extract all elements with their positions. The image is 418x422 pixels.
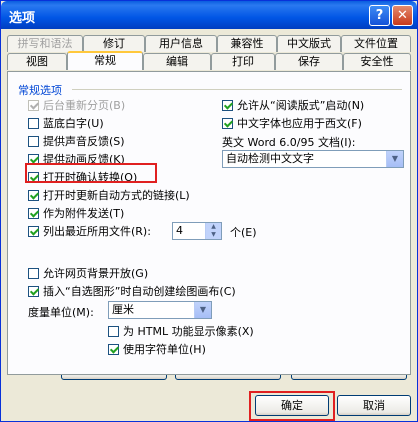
checkbox-box[interactable] (222, 117, 233, 129)
checkbox-box[interactable] (28, 117, 39, 129)
spin-up-icon[interactable]: ▲ (206, 223, 221, 231)
group-label: 常规选项 (18, 84, 62, 97)
html-pixels-checkbox[interactable]: 为 HTML 功能显示像素(X) (108, 324, 254, 338)
checkbox-box[interactable] (108, 325, 119, 337)
checkbox-label: 插入“自选图形”时自动创建绘图画布(C) (43, 285, 236, 298)
checkbox-label: 打开时更新自动方式的链接(L) (43, 189, 190, 202)
checkbox-box[interactable] (28, 207, 39, 219)
word-docs-label: 英文 Word 6.0/95 文档(I): (222, 136, 356, 149)
measure-unit-label: 度量单位(M): (28, 306, 94, 319)
tab-view[interactable]: 视图 (7, 53, 67, 70)
tab-chinese-layout[interactable]: 中文版式 (277, 35, 341, 52)
checkbox-label: 允许网页背景开放(G) (43, 267, 149, 280)
options-dialog: 选项 ? ✕ 拼写和语法 修订 用户信息 兼容性 中文版式 文件位置 视图 常规… (0, 0, 418, 422)
checkbox-box[interactable] (28, 225, 39, 237)
checkbox-label: 后台重新分页(B) (43, 99, 126, 112)
reading-layout-checkbox[interactable]: 允许从“阅读版式”启动(N) (222, 98, 364, 112)
highlight-ok-button (249, 391, 335, 421)
background-repagination-checkbox[interactable]: 后台重新分页(B) (28, 98, 125, 112)
measure-unit-value: 厘米 (112, 303, 134, 316)
tab-file-locations[interactable]: 文件位置 (341, 35, 411, 52)
checkbox-label: 中文字体也应用于西文(F) (237, 117, 362, 130)
checkbox-box[interactable] (28, 99, 39, 111)
recent-files-checkbox[interactable]: 列出最近所用文件(R): (28, 224, 151, 238)
checkbox-box[interactable] (28, 135, 39, 147)
checkbox-label: 列出最近所用文件(R): (43, 225, 151, 238)
checkbox-box[interactable] (28, 267, 39, 279)
checkbox-box[interactable] (108, 343, 119, 355)
checkbox-label: 作为附件发送(T) (43, 207, 125, 220)
checkbox-label: 提供声音反馈(S) (43, 135, 125, 148)
checkbox-label: 为 HTML 功能显示像素(X) (123, 325, 254, 338)
measure-unit-select[interactable]: 厘米 ▼ (108, 301, 212, 319)
title-bar[interactable]: 选项 ? ✕ (1, 1, 417, 29)
checkbox-label: 使用字符单位(H) (123, 343, 206, 356)
spinner-buttons[interactable]: ▲ ▼ (205, 223, 221, 239)
checkbox-label: 允许从“阅读版式”启动(N) (237, 99, 365, 112)
web-background-checkbox[interactable]: 允许网页背景开放(G) (28, 266, 148, 280)
tab-print[interactable]: 打印 (211, 53, 275, 70)
recent-files-value: 4 (176, 224, 183, 237)
tab-edit[interactable]: 编辑 (143, 53, 211, 70)
checkbox-box[interactable] (222, 99, 233, 111)
spin-down-icon[interactable]: ▼ (206, 231, 221, 239)
tab-security[interactable]: 安全性 (343, 53, 411, 70)
checkbox-box[interactable] (28, 285, 39, 297)
tab-user-info[interactable]: 用户信息 (145, 35, 217, 52)
cancel-button[interactable]: 取消 (337, 395, 411, 416)
checkbox-label: 蓝底白字(U) (43, 117, 104, 130)
checkbox-box[interactable] (28, 189, 39, 201)
recent-files-unit: 个(E) (230, 226, 257, 239)
sound-feedback-checkbox[interactable]: 提供声音反馈(S) (28, 134, 125, 148)
update-links-checkbox[interactable]: 打开时更新自动方式的链接(L) (28, 188, 190, 202)
word-docs-value: 自动检测中文文字 (226, 152, 314, 165)
tab-control: 拼写和语法 修订 用户信息 兼容性 中文版式 文件位置 视图 常规 编辑 打印 … (7, 35, 411, 375)
help-button[interactable]: ? (369, 5, 390, 26)
close-button[interactable]: ✕ (392, 5, 413, 26)
tab-save[interactable]: 保存 (275, 53, 343, 70)
send-as-attachment-checkbox[interactable]: 作为附件发送(T) (28, 206, 124, 220)
chinese-font-western-checkbox[interactable]: 中文字体也应用于西文(F) (222, 116, 362, 130)
char-units-checkbox[interactable]: 使用字符单位(H) (108, 342, 206, 356)
tab-revisions[interactable]: 修订 (83, 35, 145, 52)
tab-general[interactable]: 常规 (67, 51, 143, 70)
blue-background-checkbox[interactable]: 蓝底白字(U) (28, 116, 104, 130)
window-title: 选项 (9, 11, 36, 26)
group-divider (72, 89, 402, 90)
chevron-down-icon[interactable]: ▼ (194, 302, 211, 318)
highlight-confirm-conversion (25, 163, 157, 183)
drawing-canvas-checkbox[interactable]: 插入“自选图形”时自动创建绘图画布(C) (28, 284, 236, 298)
word-docs-select[interactable]: 自动检测中文文字 ▼ (222, 150, 404, 168)
tab-compatibility[interactable]: 兼容性 (217, 35, 277, 52)
recent-files-spinner[interactable]: 4 ▲ ▼ (172, 222, 222, 240)
general-panel: 常规选项 后台重新分页(B) 蓝底白字(U) 提供声音反馈(S) 提供动画反馈(… (7, 71, 411, 375)
tab-spelling-grammar[interactable]: 拼写和语法 (7, 35, 83, 52)
chevron-down-icon[interactable]: ▼ (386, 151, 403, 167)
